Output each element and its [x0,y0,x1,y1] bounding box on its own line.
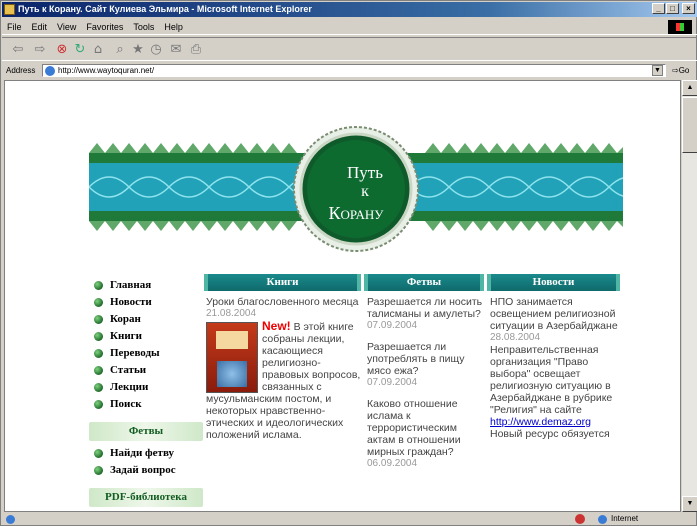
windows-logo [668,20,692,34]
history-icon[interactable]: ◷ [148,42,164,58]
favorites-icon[interactable]: ★ [130,42,146,58]
forward-icon[interactable]: ⇨ [32,42,48,58]
maximize-button[interactable]: □ [666,3,679,14]
internet-zone-icon [598,515,607,524]
news-date: 28.08.2004 [490,332,541,343]
banner-word-koranu: Корану [329,203,385,223]
scroll-up-icon[interactable]: ▲ [682,80,697,96]
fatwas-column-header: Фетвы [364,274,484,291]
address-dropdown-icon[interactable]: ▼ [652,65,663,76]
menu-bar: File Edit View Favorites Tools Help [2,19,697,35]
home-icon[interactable]: ⌂ [90,42,106,58]
menu-help[interactable]: Help [159,19,188,35]
menu-favorites[interactable]: Favorites [81,19,128,35]
pdf-library-header[interactable]: PDF-библиотека [89,488,203,507]
fatwa-date: 07.09.2004 [367,377,418,388]
nav-item-news[interactable]: Новости [89,294,203,311]
news-column-header: Новости [487,274,620,291]
status-bar: Internet [2,512,697,526]
banner-word-put: Путь [347,163,383,182]
nav-item-lectures[interactable]: Лекции [89,379,203,396]
fatwa-date: 06.09.2004 [367,458,418,469]
menu-file[interactable]: File [2,19,27,35]
browser-window: Путь к Корану. Сайт Кулиева Эльмира - Mi… [0,0,697,526]
menu-edit[interactable]: Edit [27,19,53,35]
page-icon [45,66,55,76]
vertical-scrollbar[interactable]: ▲ ▼ [681,80,697,512]
address-url: http://www.waytoquran.net/ [58,66,155,75]
refresh-icon[interactable]: ↻ [72,42,88,58]
minimize-button[interactable]: _ [652,3,665,14]
nav-item-articles[interactable]: Статьи [89,362,203,379]
close-button[interactable]: × [682,3,695,14]
books-column: Уроки благословенного месяца 21.08.2004 … [206,296,361,511]
fatwas-column: Разрешается ли носить талисманы и амулет… [367,296,484,511]
go-button[interactable]: ⇨Go [672,62,689,79]
security-icon [575,514,585,524]
ie-icon [4,4,15,15]
menu-view[interactable]: View [52,19,81,35]
fatwa-question[interactable]: Разрешается ли носить талисманы и амулет… [367,296,484,320]
back-icon[interactable]: ⇦ [10,42,26,58]
page-status-icon [6,515,15,524]
banner-word-k: к [361,183,369,200]
fatwa-question[interactable]: Каково отношение ислама к террористическ… [367,398,484,458]
fatwa-date: 07.09.2004 [367,320,418,331]
news-more-text: Новый ресурс обязуется [490,428,610,440]
fatwa-question[interactable]: Разрешается ли употреблять в пищу мясо е… [367,341,484,377]
book-title[interactable]: Уроки благословенного месяца [206,296,361,308]
address-label: Address [6,66,36,75]
site-banner: Путь к Корану [89,126,623,252]
mail-icon[interactable]: ✉ [168,42,184,58]
nav-item-ask-question[interactable]: Задай вопрос [89,462,203,479]
books-column-header: Книги [204,274,361,291]
address-input[interactable]: http://www.waytoquran.net/ [42,64,666,77]
window-title: Путь к Корану. Сайт Кулиева Эльмира - Mi… [18,4,312,14]
toolbar: ⇦ ⇨ ⊗ ↻ ⌂ ⌕ ★ ◷ ✉ ⎙ [2,37,697,61]
news-link[interactable]: http://www.demaz.org [490,416,591,428]
new-badge: New! [262,319,291,333]
nav-item-home[interactable]: Главная [89,277,203,294]
stop-icon[interactable]: ⊗ [54,42,70,58]
menu-tools[interactable]: Tools [128,19,159,35]
nav-item-find-fatwa[interactable]: Найди фетву [89,445,203,462]
zone-label: Internet [611,514,639,523]
news-title[interactable]: НПО занимается освещением религиозной си… [490,296,621,332]
nav-item-books[interactable]: Книги [89,328,203,345]
news-text: Неправительственная организация "Право в… [490,344,613,416]
nav-item-search[interactable]: Поиск [89,396,203,413]
scroll-down-icon[interactable]: ▼ [682,496,697,512]
title-bar: Путь к Корану. Сайт Кулиева Эльмира - Mi… [2,2,697,17]
print-icon[interactable]: ⎙ [188,42,204,58]
left-navigation: Главная Новости Коран Книги Переводы Ста… [89,277,203,511]
news-column: НПО занимается освещением религиозной си… [490,296,621,511]
nav-item-translations[interactable]: Переводы [89,345,203,362]
address-bar: Address http://www.waytoquran.net/ ▼ ⇨Go [2,62,697,79]
search-icon[interactable]: ⌕ [112,42,128,58]
web-page: Путь к Корану Главная Новости Коран Книг… [4,80,681,512]
scroll-thumb[interactable] [682,97,697,153]
book-cover-image[interactable] [206,322,258,393]
fatwa-section-header: Фетвы [89,422,203,441]
nav-item-quran[interactable]: Коран [89,311,203,328]
